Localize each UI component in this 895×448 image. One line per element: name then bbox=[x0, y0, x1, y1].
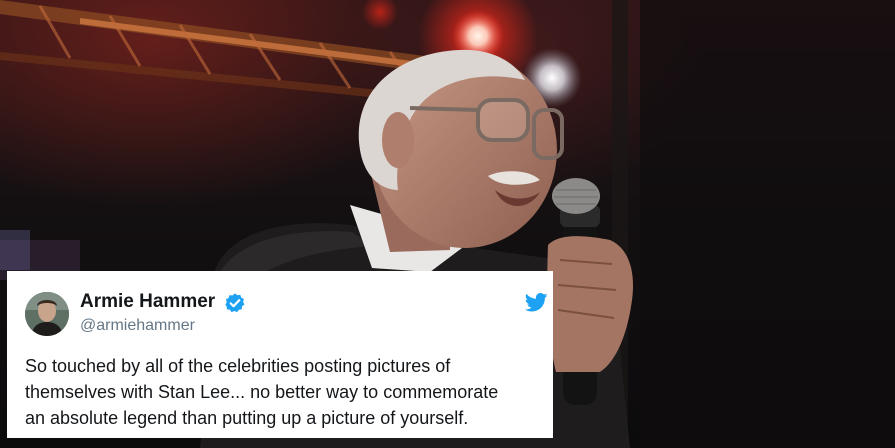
avatar-image bbox=[25, 292, 69, 336]
verified-badge-icon bbox=[224, 292, 246, 314]
author-handle[interactable]: @armiehammer bbox=[80, 317, 195, 335]
avatar[interactable] bbox=[25, 292, 69, 336]
tweet-text-line: themselves with Stan Lee... no better wa… bbox=[25, 382, 499, 402]
tweet-text: So touched by all of the celebrities pos… bbox=[25, 353, 550, 431]
tweet-text-line: So touched by all of the celebrities pos… bbox=[25, 356, 451, 376]
tweet-card[interactable]: Armie Hammer @armiehammer So touched by … bbox=[7, 271, 553, 438]
tweet-text-line: an absolute legend than putting up a pic… bbox=[25, 408, 469, 428]
author-name[interactable]: Armie Hammer bbox=[80, 291, 215, 313]
twitter-bird-icon[interactable] bbox=[524, 293, 548, 312]
